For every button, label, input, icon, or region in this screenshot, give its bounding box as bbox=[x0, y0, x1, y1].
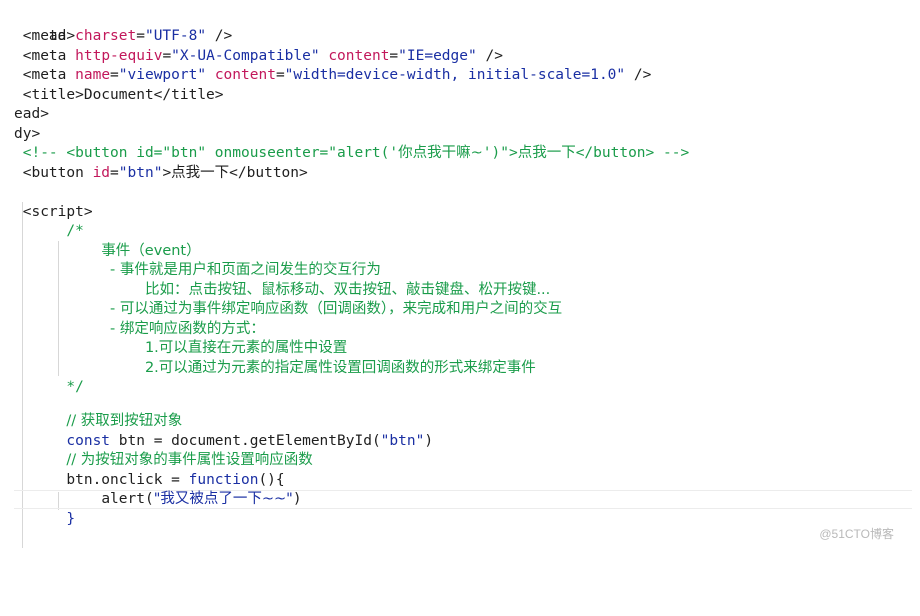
code-line-comment: 2.可以通过为元素的指定属性设置回调函数的形式来绑定事件 bbox=[14, 359, 536, 378]
code-line-comment: - 事件就是用户和页面之间发生的交互行为 bbox=[14, 261, 381, 280]
code-text: btn = document.getElementById( bbox=[110, 432, 381, 449]
attribute-value: "width=device-width, initial-scale=1.0" bbox=[284, 67, 626, 83]
comment-text-zh: 1.可以直接在元素的属性中设置 bbox=[144, 340, 348, 356]
comment-text-zh: - 可以通过为事件绑定响应函数（回调函数），来完成和用户之间的交互 bbox=[110, 301, 563, 317]
watermark: @51CTO博客 bbox=[819, 527, 894, 541]
code-line-close-brace: } bbox=[14, 510, 75, 529]
comment-text-zh: // 获取到按钮对象 bbox=[66, 413, 183, 429]
code-text: alert( bbox=[101, 491, 154, 507]
code-line-meta-viewport: <meta name="viewport" content="width=dev… bbox=[22, 67, 652, 83]
code-line-comment: - 绑定响应函数的方式： bbox=[14, 320, 265, 339]
code-line-const-btn: const btn = document.getElementById("btn… bbox=[14, 432, 433, 451]
code-line-html-comment: <!-- <button id="btn" onmouseenter="aler… bbox=[14, 144, 689, 163]
code-line-comment: - 可以通过为事件绑定响应函数（回调函数），来完成和用户之间的交互 bbox=[14, 300, 562, 319]
attribute-name: content bbox=[214, 67, 276, 83]
code-line-comment: 事件（event） bbox=[14, 242, 201, 261]
comment-text: */ bbox=[66, 379, 84, 395]
tag-name: <meta bbox=[22, 67, 67, 83]
comment-text: </button> --> bbox=[575, 145, 690, 161]
comment-text: <!-- <button id="btn" onmouseenter="aler… bbox=[22, 145, 399, 161]
attribute-value: "viewport" bbox=[118, 67, 207, 83]
equals-sign: = bbox=[136, 28, 145, 44]
code-line-comment-set-handler: // 为按钮对象的事件属性设置响应函数 bbox=[14, 451, 313, 470]
tag-name: <meta bbox=[22, 47, 67, 64]
code-line-comment-open: /* bbox=[14, 222, 84, 241]
keyword: function bbox=[188, 471, 259, 488]
attribute-name: id bbox=[92, 164, 111, 181]
keyword: const bbox=[66, 432, 111, 449]
code-line-alert: alert("我又被点了一下~~") bbox=[14, 490, 302, 509]
code-line-comment-close: */ bbox=[14, 378, 84, 397]
tag-close: </button> bbox=[229, 164, 308, 181]
code-line-comment-get-button: // 获取到按钮对象 bbox=[14, 412, 182, 431]
code-text: ) bbox=[292, 491, 302, 507]
brace: } bbox=[66, 510, 76, 527]
comment-text-zh: 2.可以通过为元素的指定属性设置回调函数的形式来绑定事件 bbox=[144, 359, 536, 376]
script-tag: <script> bbox=[22, 203, 93, 220]
code-line-title: <title>Document</title> bbox=[14, 86, 224, 105]
code-line-meta-charset: <meta charset="UTF-8" /> bbox=[14, 27, 233, 46]
code-line-head-end: ead> bbox=[14, 105, 49, 124]
code-line-onclick: btn.onclick = function(){ bbox=[14, 471, 285, 490]
comment-text: ')"> bbox=[482, 145, 518, 161]
attribute-name: content bbox=[328, 47, 390, 64]
comment-text: /* bbox=[66, 223, 84, 239]
tag-name: <meta bbox=[22, 28, 67, 44]
code-line-body-start: dy> bbox=[14, 125, 40, 144]
title-tag: <title>Document</title> bbox=[22, 86, 224, 103]
comment-text-zh: 你点我干嘛~ bbox=[398, 145, 483, 161]
code-text: btn.onclick = bbox=[66, 471, 189, 488]
comment-text-zh: - 绑定响应函数的方式： bbox=[110, 320, 265, 337]
code-line-head-close: ad> bbox=[14, 8, 75, 44]
comment-text-zh: // 为按钮对象的事件属性设置响应函数 bbox=[66, 452, 313, 468]
comment-text-zh: - 事件就是用户和页面之间发生的交互行为 bbox=[110, 262, 381, 278]
comment-text-zh: 点我一下 bbox=[517, 145, 576, 161]
code-line-comment: 比如：点击按钮、鼠标移动、双击按钮、敲击键盘、松开按键... bbox=[14, 281, 550, 300]
attribute-name: charset bbox=[75, 28, 137, 44]
code-text: ) bbox=[424, 432, 434, 449]
code-line-button: <button id="btn">点我一下</button> bbox=[22, 164, 308, 181]
code-text: ead> bbox=[14, 106, 49, 122]
string-literal: "btn" bbox=[380, 432, 425, 449]
tag-close: > bbox=[162, 164, 172, 181]
comment-text-zh: 事件（event） bbox=[101, 242, 201, 259]
attribute-value: "X-UA-Compatible" bbox=[171, 47, 320, 64]
attribute-value: "btn" bbox=[118, 164, 163, 181]
code-line-meta-http-equiv: <meta http-equiv="X-UA-Compatible" conte… bbox=[22, 47, 503, 64]
code-text: dy> bbox=[14, 125, 41, 142]
tag-close: /> bbox=[206, 28, 233, 44]
code-line-script-open: <script> bbox=[14, 203, 93, 222]
attribute-name: name bbox=[75, 67, 111, 83]
tag-name: <button bbox=[22, 164, 84, 181]
code-line-comment: 1.可以直接在元素的属性中设置 bbox=[14, 339, 347, 358]
tag-close: /> bbox=[476, 47, 503, 64]
html-comment: <!-- <button id="btn" onmouseenter="aler… bbox=[23, 145, 689, 161]
string-literal: "我又被点了一下~~" bbox=[153, 491, 293, 507]
tag-close: /> bbox=[625, 67, 652, 83]
attribute-name: http-equiv bbox=[75, 47, 163, 64]
button-text: 点我一下 bbox=[171, 164, 230, 181]
attribute-value: "UTF-8" bbox=[144, 28, 207, 44]
attribute-value: "IE=edge" bbox=[398, 47, 477, 64]
code-text: (){ bbox=[258, 471, 285, 488]
comment-text-zh: 比如：点击按钮、鼠标移动、双击按钮、敲击键盘、松开按键... bbox=[144, 281, 551, 298]
code-editor[interactable]: ad> <meta charset="UTF-8" /> <meta http-… bbox=[0, 0, 920, 616]
